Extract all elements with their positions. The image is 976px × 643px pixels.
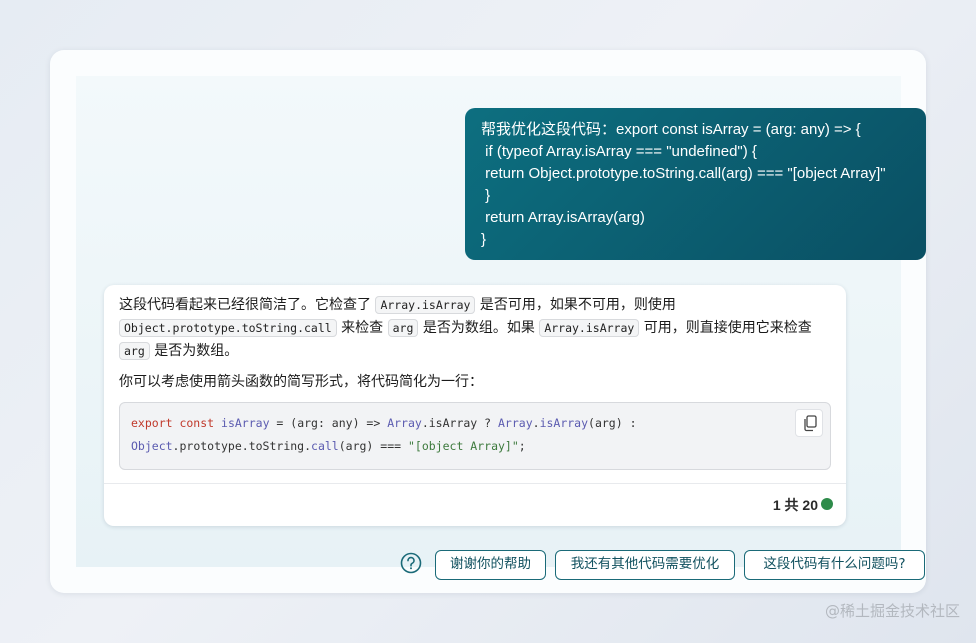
text-segment: 是否为数组。: [154, 343, 239, 359]
code-token: Object: [131, 439, 173, 453]
code-token: (arg) :: [588, 416, 637, 430]
code-token: .isArray ?: [421, 416, 498, 430]
code-token: isArray: [539, 416, 589, 430]
code-token: isArray: [221, 416, 270, 430]
code-token: = (arg: any) =>: [269, 416, 388, 430]
chat-card: 帮我优化这段代码：export const isArray = (arg: an…: [50, 50, 926, 593]
code-block: export const isArray = (arg: any) => Arr…: [119, 402, 831, 470]
code-token: (arg) ===: [338, 439, 408, 453]
suggestion-thanks-button[interactable]: 谢谢你的帮助: [435, 550, 546, 580]
user-message-line: return Array.isArray(arg): [481, 209, 645, 226]
code-token: Array: [387, 416, 422, 430]
inline-code: Array.isArray: [375, 296, 476, 314]
user-message-line: 帮我优化这段代码：export const isArray = (arg: an…: [481, 121, 861, 138]
code-token: export const: [131, 416, 215, 430]
bot-paragraph: 你可以考虑使用箭头函数的简写形式，将代码简化为一行：: [119, 374, 483, 390]
code-token: ;: [518, 439, 526, 453]
user-message-line: }: [481, 187, 491, 204]
inline-code: Object.prototype.toString.call: [119, 319, 337, 337]
text-segment: 是否为数组。如果: [422, 320, 535, 336]
copy-button[interactable]: [795, 409, 823, 437]
suggestion-more-code-button[interactable]: 我还有其他代码需要优化: [555, 550, 735, 580]
inline-code: Array.isArray: [539, 319, 640, 337]
conversation-area: 帮我优化这段代码：export const isArray = (arg: an…: [76, 76, 926, 580]
response-counter: 1 共 20: [772, 497, 818, 513]
user-message-line: return Object.prototype.toString.call(ar…: [481, 165, 886, 182]
code-token: "[object Array]": [407, 439, 519, 453]
help-circle-icon[interactable]: [400, 552, 422, 574]
bot-paragraph: 这段代码看起来已经很简洁了。它检查了 Array.isArray 是否可用，如果…: [119, 294, 834, 363]
text-segment: 来检查: [341, 320, 384, 336]
status-dot: [821, 498, 833, 510]
code-line: export const isArray = (arg: any) => Arr…: [131, 416, 637, 430]
bot-message: 这段代码看起来已经很简洁了。它检查了 Array.isArray 是否可用，如果…: [104, 285, 846, 526]
bot-message-text: 这段代码看起来已经很简洁了。它检查了 Array.isArray 是否可用，如果…: [119, 294, 834, 394]
user-message: 帮我优化这段代码：export const isArray = (arg: an…: [465, 108, 926, 260]
text-segment: 这段代码看起来已经很简洁了。它检查了: [119, 297, 371, 313]
text-segment: 可用，则直接使用它来检查: [643, 320, 812, 336]
message-divider: [104, 483, 846, 484]
text-segment: 是否可用，如果不可用，则使用: [479, 297, 676, 313]
code-line: Object.prototype.toString.call(arg) === …: [131, 439, 526, 453]
watermark: @稀土掘金技术社区: [824, 602, 960, 620]
user-message-line: if (typeof Array.isArray === "undefined"…: [481, 143, 757, 160]
inline-code: arg: [387, 319, 419, 337]
code-token: Array: [498, 416, 533, 430]
inline-code: arg: [119, 342, 150, 360]
suggestion-issues-button[interactable]: 这段代码有什么问题吗?: [744, 550, 925, 580]
copy-icon: [804, 415, 817, 432]
code-token: call: [311, 439, 339, 453]
code-token: .prototype.toString.: [172, 439, 312, 453]
code-token: .: [532, 416, 540, 430]
user-message-line: }: [481, 231, 487, 248]
